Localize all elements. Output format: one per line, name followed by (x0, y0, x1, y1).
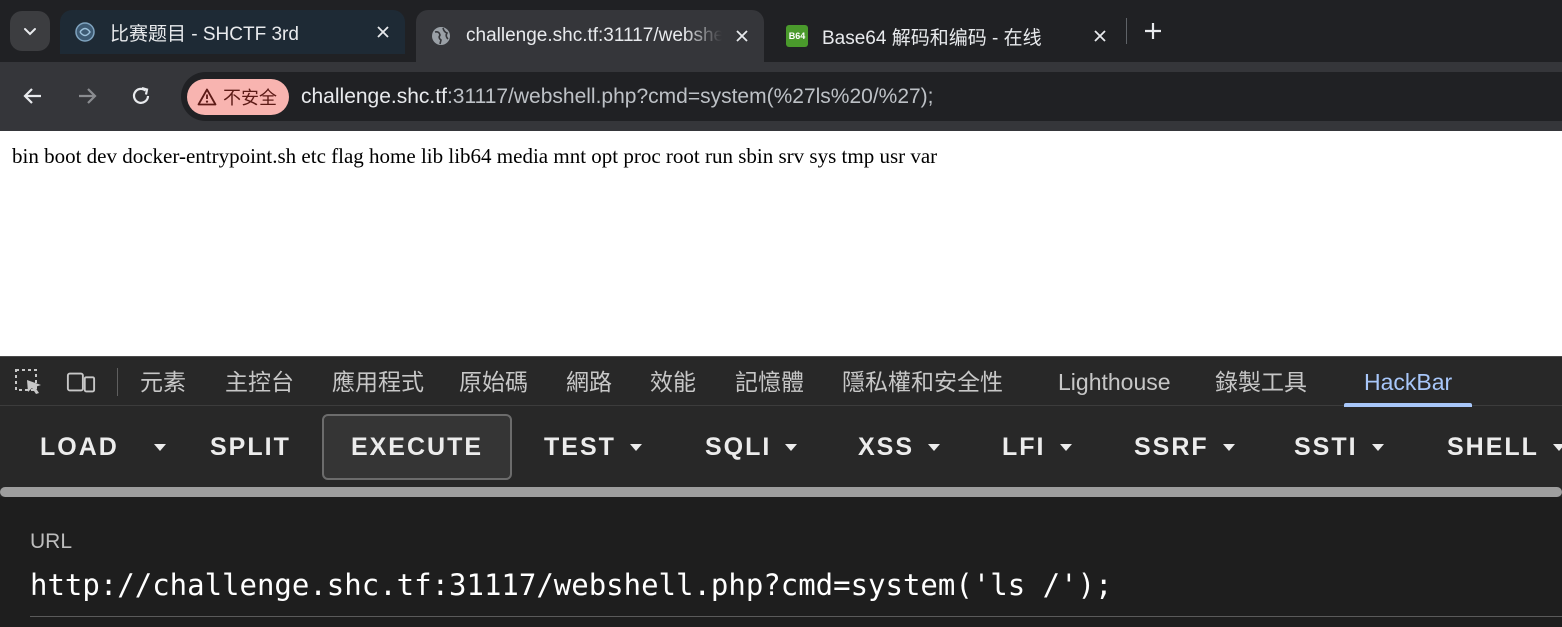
ssrf-label: SSRF (1134, 432, 1209, 461)
tab-performance[interactable]: 效能 (650, 357, 696, 407)
address-bar[interactable]: 不安全 challenge.shc.tf:31117/webshell.php?… (181, 72, 1562, 121)
warning-icon (197, 88, 217, 106)
tab-memory[interactable]: 記憶體 (735, 357, 804, 407)
browser-toolbar: 不安全 challenge.shc.tf:31117/webshell.php?… (0, 62, 1562, 131)
command-output: bin boot dev docker-entrypoint.sh etc fl… (12, 144, 938, 168)
caret-down-icon (1552, 443, 1562, 451)
devtools-tabbar: 元素 主控台 應用程式 原始碼 網路 效能 記憶體 隱私權和安全性 Lighth… (0, 356, 1562, 407)
ssti-menu-button[interactable]: SSTI (1294, 414, 1384, 480)
security-label: 不安全 (223, 87, 277, 108)
tab-title: 比赛题目 - SHCTF 3rd (110, 23, 299, 45)
shell-label: SHELL (1447, 432, 1539, 461)
chevron-down-icon (24, 28, 36, 36)
tab-base64[interactable]: B64 Base64 解码和编码 - 在线 (772, 10, 1122, 62)
url-host: challenge.shc.tf (301, 84, 447, 108)
arrow-left-icon (23, 88, 41, 104)
load-button[interactable]: LOAD (40, 414, 119, 480)
tab-title: challenge.shc.tf:31117/webshell.php?cmd=… (466, 25, 722, 46)
back-button[interactable] (17, 80, 49, 112)
tab-webshell[interactable]: challenge.shc.tf:31117/webshell.php?cmd=… (416, 10, 764, 62)
close-icon[interactable] (1088, 24, 1112, 48)
caret-down-icon (1059, 443, 1072, 451)
caret-down-icon (1371, 443, 1384, 451)
lfi-label: LFI (1002, 432, 1046, 461)
ctf-logo-icon (74, 21, 96, 43)
tab-elements[interactable]: 元素 (140, 357, 186, 407)
url-label: URL (30, 530, 73, 553)
url-path: :31117/webshell.php?cmd=system(%27ls%20/… (446, 84, 934, 108)
devtools-panel: 元素 主控台 應用程式 原始碼 網路 效能 記憶體 隱私權和安全性 Lighth… (0, 356, 1562, 627)
reload-icon (132, 86, 150, 104)
caret-down-icon (154, 443, 166, 451)
toolbar-separator (117, 368, 118, 396)
plus-icon (1145, 23, 1161, 39)
test-menu-button[interactable]: TEST (544, 414, 642, 480)
b64-icon: B64 (786, 25, 808, 47)
tab-recorder[interactable]: 錄製工具 (1215, 357, 1307, 407)
split-label: SPLIT (210, 432, 291, 461)
caret-down-icon (1222, 443, 1235, 451)
caret-down-icon (785, 443, 798, 451)
page-content: bin boot dev docker-entrypoint.sh etc fl… (0, 131, 1562, 356)
load-menu-button[interactable] (140, 414, 166, 480)
execute-label: EXECUTE (350, 432, 484, 461)
xss-menu-button[interactable]: XSS (858, 414, 941, 480)
url-text[interactable]: challenge.shc.tf:31117/webshell.php?cmd=… (301, 85, 934, 109)
security-chip[interactable]: 不安全 (187, 78, 289, 115)
b64-icon-text: B64 (788, 31, 806, 41)
ssrf-menu-button[interactable]: SSRF (1134, 414, 1235, 480)
shell-menu-button[interactable]: SHELL (1447, 414, 1562, 480)
load-label: LOAD (40, 432, 119, 461)
execute-button[interactable]: EXECUTE (322, 414, 512, 480)
arrow-right-icon (79, 88, 97, 104)
tab-shctf[interactable]: 比赛题目 - SHCTF 3rd (60, 10, 405, 54)
close-icon[interactable] (730, 24, 754, 48)
new-tab-button[interactable] (1138, 16, 1168, 46)
reload-button[interactable] (125, 80, 157, 112)
tab-search-button[interactable] (10, 11, 50, 51)
tab-network[interactable]: 網路 (566, 357, 612, 407)
ssti-label: SSTI (1294, 432, 1358, 461)
sqli-menu-button[interactable]: SQLI (705, 414, 798, 480)
device-toggle-icon[interactable] (66, 368, 96, 396)
caret-down-icon (928, 443, 941, 451)
tab-sources[interactable]: 原始碼 (459, 357, 528, 407)
split-button[interactable]: SPLIT (210, 414, 291, 480)
globe-icon (430, 25, 452, 47)
tab-console[interactable]: 主控台 (225, 357, 294, 407)
inspect-element-icon[interactable] (14, 368, 44, 396)
tab-divider (1126, 18, 1127, 44)
lfi-menu-button[interactable]: LFI (1002, 414, 1072, 480)
tab-title: Base64 解码和编码 - 在线 (822, 27, 1042, 49)
url-input[interactable]: http://challenge.shc.tf:31117/webshell.p… (30, 565, 1562, 617)
tab-strip: 比赛题目 - SHCTF 3rd challenge.shc.tf:31117/… (0, 0, 1562, 62)
test-label: TEST (544, 432, 616, 461)
hackbar-body: URL http://challenge.shc.tf:31117/webshe… (0, 497, 1562, 627)
forward-button[interactable] (71, 80, 103, 112)
close-icon[interactable] (371, 20, 395, 44)
xss-label: XSS (858, 432, 915, 461)
hackbar-toolbar: LOAD SPLIT EXECUTE TEST SQLI XSS LFI SSR… (0, 407, 1562, 487)
horizontal-scrollbar[interactable] (0, 487, 1562, 497)
tab-application[interactable]: 應用程式 (332, 357, 424, 407)
caret-down-icon (629, 443, 642, 451)
tab-hackbar[interactable]: HackBar (1364, 357, 1452, 407)
sqli-label: SQLI (705, 432, 772, 461)
tab-lighthouse[interactable]: Lighthouse (1058, 357, 1171, 407)
tab-privacy-security[interactable]: 隱私權和安全性 (842, 357, 1003, 407)
